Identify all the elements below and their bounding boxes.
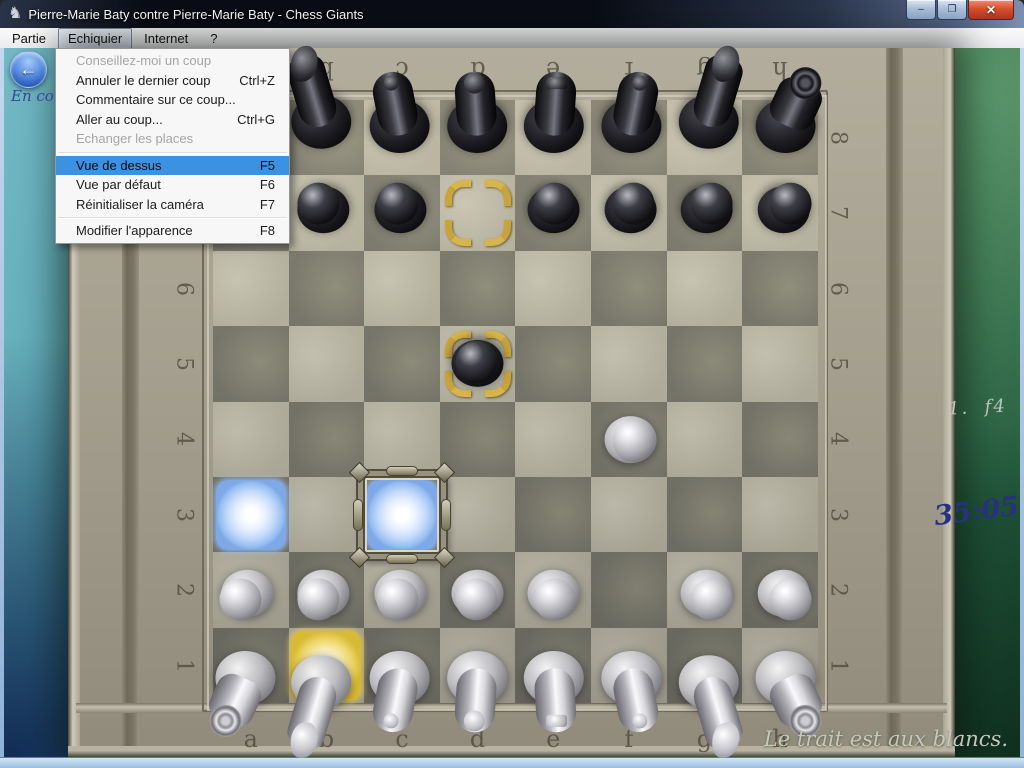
menu-item-reinitialiser-la-camera[interactable]: Réinitialiser la caméraF7 xyxy=(56,195,289,215)
menu-partie[interactable]: Partie xyxy=(2,28,56,49)
rank-label-right-7: 7 xyxy=(826,206,851,220)
piece-head xyxy=(463,710,484,731)
menu-item-annuler-le-dernier-coup[interactable]: Annuler le dernier coupCtrl+Z xyxy=(56,71,289,91)
menu-item-commentaire-sur-ce-coup[interactable]: Commentaire sur ce coup... xyxy=(56,90,289,110)
piece-head xyxy=(632,713,647,728)
cursor-frame-ornament xyxy=(386,554,418,564)
rank-label-right-3: 3 xyxy=(826,508,851,522)
board-border-groove-right xyxy=(886,48,903,758)
file-label-bottom-a: a xyxy=(244,725,258,753)
piece-ball xyxy=(377,183,419,225)
piece-head xyxy=(789,67,821,99)
menu-internet[interactable]: Internet xyxy=(134,28,198,49)
rank-label-left-5: 5 xyxy=(172,357,197,371)
rank-label-right-8: 8 xyxy=(826,131,851,145)
menu-item-aller-au-coup[interactable]: Aller au coup...Ctrl+G xyxy=(56,110,289,130)
board-inner-frame-inner xyxy=(207,95,827,711)
rank-label-left-1: 1 xyxy=(172,659,197,673)
piece-ball xyxy=(612,183,654,225)
app-knight-icon: ♞ xyxy=(8,6,22,22)
cursor-frame-ornament xyxy=(386,466,418,476)
close-button[interactable]: ✕ xyxy=(968,0,1014,20)
piece-ball xyxy=(455,341,497,383)
piece-head xyxy=(209,704,241,736)
move-list-text: 1. f4 d5 xyxy=(948,393,1024,419)
title-bar[interactable]: ♞ Pierre-Marie Baty contre Pierre-Marie … xyxy=(0,0,1024,28)
rank-label-right-1: 1 xyxy=(826,659,851,673)
menu-help[interactable]: ? xyxy=(200,28,227,49)
minimize-button[interactable]: – xyxy=(906,0,936,20)
cursor-frame-ornament xyxy=(441,499,451,531)
menu-echiquier[interactable]: Echiquier xyxy=(58,28,132,49)
rank-label-right-5: 5 xyxy=(826,357,851,371)
window-border-bottom xyxy=(0,757,1024,768)
last-move-from-marker-d7 xyxy=(440,175,516,251)
echiquier-dropdown-menu: Conseillez-moi un coup Annuler le dernie… xyxy=(55,48,290,244)
menu-separator xyxy=(58,152,287,153)
piece-head xyxy=(463,72,484,93)
rank-label-left-4: 4 xyxy=(172,432,197,446)
piece-head xyxy=(632,75,647,90)
piece-ball xyxy=(770,183,812,225)
piece-ball xyxy=(612,420,654,462)
rank-label-left-3: 3 xyxy=(172,508,197,522)
piece-ball xyxy=(298,578,340,620)
rank-label-right-4: 4 xyxy=(826,432,851,446)
cursor-frame-ornament xyxy=(353,499,363,531)
menu-bar: Partie Echiquier Internet ? xyxy=(0,28,1024,49)
maximize-button[interactable]: ❐ xyxy=(937,0,967,20)
gold-corner-marker xyxy=(445,220,471,246)
back-button[interactable]: ← xyxy=(10,51,47,88)
menu-item-conseillez-moi-un-coup: Conseillez-moi un coup xyxy=(56,51,289,71)
piece-head xyxy=(384,713,399,728)
cursor-frame-c3[interactable] xyxy=(358,471,446,559)
piece-ball xyxy=(298,183,340,225)
window-border-left xyxy=(0,48,4,768)
piece-head xyxy=(546,77,567,89)
piece-ball xyxy=(691,183,733,225)
chess-giants-window: ♞ Pierre-Marie Baty contre Pierre-Marie … xyxy=(0,0,1024,768)
piece-ball xyxy=(534,183,576,225)
piece-ball xyxy=(455,578,497,620)
piece-ball xyxy=(770,578,812,620)
menu-item-vue-par-defaut[interactable]: Vue par défautF6 xyxy=(56,175,289,195)
piece-ball xyxy=(691,578,733,620)
piece-head xyxy=(384,75,399,90)
menu-item-vue-de-dessus[interactable]: Vue de dessusF5 xyxy=(56,156,289,176)
window-title: Pierre-Marie Baty contre Pierre-Marie Ba… xyxy=(28,7,363,22)
legal-move-highlight-a3[interactable] xyxy=(216,480,286,550)
piece-ball xyxy=(534,578,576,620)
piece-ball xyxy=(377,578,419,620)
menu-item-modifier-apparence[interactable]: Modifier l'apparenceF8 xyxy=(56,221,289,241)
menu-item-echanger-les-places: Echanger les places xyxy=(56,129,289,149)
gold-corner-marker xyxy=(485,180,511,206)
rank-label-left-2: 2 xyxy=(172,583,197,597)
piece-head xyxy=(546,714,567,726)
turn-status-text: Le trait est aux blancs. xyxy=(764,727,1008,751)
rank-label-right-2: 2 xyxy=(826,583,851,597)
rank-label-left-6: 6 xyxy=(172,282,197,296)
gold-corner-marker xyxy=(485,220,511,246)
gold-corner-marker xyxy=(445,180,471,206)
rank-label-right-6: 6 xyxy=(826,282,851,296)
piece-ball xyxy=(219,578,261,620)
menu-separator xyxy=(58,217,287,218)
